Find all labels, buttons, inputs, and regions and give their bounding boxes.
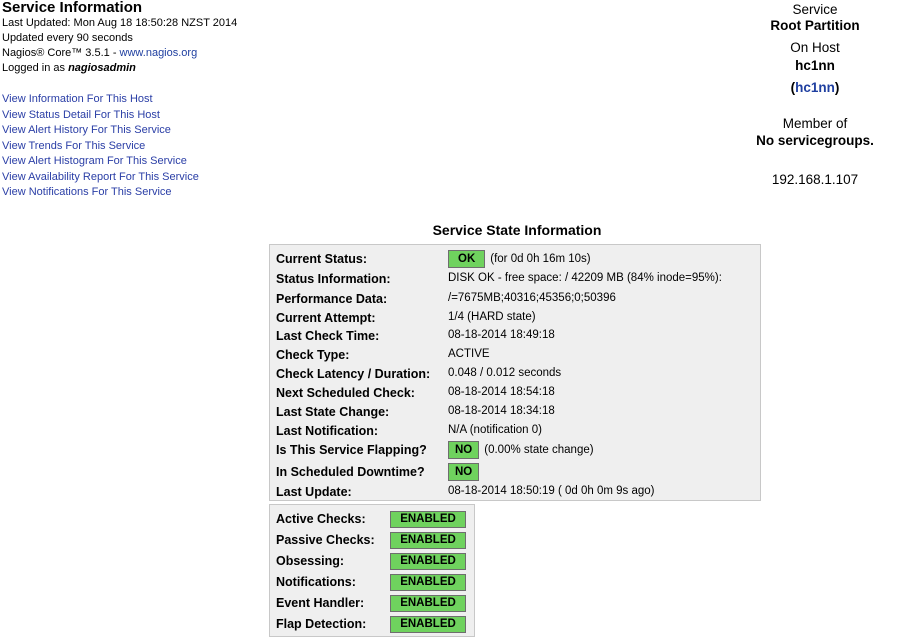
host-alias-line: (hc1nn)	[790, 80, 840, 95]
state-row-value: /=7675MB;40316;45356;0;50396	[448, 292, 616, 304]
state-row-label: Last State Change:	[276, 405, 390, 419]
link-notifications[interactable]: View Notifications For This Service	[2, 185, 199, 201]
state-row-label: Check Latency / Duration:	[276, 367, 431, 381]
state-row-value: 08-18-2014 18:49:18	[448, 329, 555, 341]
enabled-badge: ENABLED	[390, 532, 466, 549]
state-row-note: (0.00% state change)	[484, 444, 594, 456]
check-label: Event Handler:	[276, 596, 365, 610]
logged-in-line: Logged in as nagiosadmin	[2, 61, 322, 76]
state-row-label: In Scheduled Downtime?	[276, 465, 425, 479]
link-alert-history[interactable]: View Alert History For This Service	[2, 123, 199, 139]
nagios-link[interactable]: www.nagios.org	[120, 47, 198, 59]
state-row-label: Last Check Time:	[276, 329, 380, 343]
link-trends[interactable]: View Trends For This Service	[2, 139, 199, 155]
state-row-value: NO (0.00% state change)	[448, 441, 594, 459]
host-label: On Host	[790, 40, 840, 55]
check-label: Notifications:	[276, 575, 356, 589]
state-row-label: Check Type:	[276, 348, 350, 362]
state-row-value: N/A (notification 0)	[448, 424, 542, 436]
logged-in-user: nagiosadmin	[68, 62, 136, 74]
member-value: No servicegroups.	[756, 133, 874, 148]
update-interval: Updated every 90 seconds	[2, 32, 133, 44]
version-text: Nagios® Core™ 3.5.1 -	[2, 47, 120, 59]
state-row-value: DISK OK - free space: / 42209 MB (84% in…	[448, 272, 722, 284]
state-row-value: ACTIVE	[448, 348, 490, 360]
link-host-info[interactable]: View Information For This Host	[2, 92, 199, 108]
check-label: Active Checks:	[276, 512, 366, 526]
version-line: Nagios® Core™ 3.5.1 - www.nagios.org	[2, 46, 322, 61]
state-row-note: (for 0d 0h 16m 10s)	[490, 253, 591, 265]
logged-in-text: Logged in as	[2, 62, 69, 74]
link-alert-histogram[interactable]: View Alert Histogram For This Service	[2, 154, 199, 170]
page-title: Service Information	[2, 0, 143, 16]
state-row-value: 08-18-2014 18:54:18	[448, 386, 555, 398]
enabled-badge: ENABLED	[390, 574, 466, 591]
state-row-label: Next Scheduled Check:	[276, 386, 415, 400]
info-block: Service Information Last Updated: Mon Au…	[2, 0, 322, 76]
last-updated: Last Updated: Mon Aug 18 18:50:28 NZST 2…	[2, 17, 238, 29]
state-row-label: Last Notification:	[276, 424, 379, 438]
checks-panel: Active Checks: ENABLED Passive Checks: ENAB…	[269, 504, 475, 637]
state-row-label: Current Status:	[276, 252, 367, 266]
state-row-label: Performance Data:	[276, 292, 388, 306]
state-row-value: 08-18-2014 18:34:18	[448, 405, 555, 417]
service-block: Service Root Partition On Host hc1nn (hc…	[715, 0, 901, 189]
check-label: Obsessing:	[276, 554, 345, 568]
nav-links: View Information For This Host View Stat…	[2, 92, 199, 201]
state-info-panel: Current Status: OK (for 0d 0h 16m 10s) Stat…	[269, 244, 761, 501]
enabled-badge: ENABLED	[390, 553, 466, 570]
state-row-value: OK (for 0d 0h 16m 10s)	[448, 250, 591, 268]
host-address: 192.168.1.107	[771, 172, 859, 187]
state-row-value: 1/4 (HARD state)	[448, 311, 536, 323]
status-badge: NO	[448, 463, 480, 481]
state-row-value: 0.048 / 0.012 seconds	[448, 367, 562, 379]
state-row-label: Is This Service Flapping?	[276, 443, 427, 457]
check-label: Passive Checks:	[276, 533, 375, 547]
state-row-value: 08-18-2014 18:50:19 ( 0d 0h 0m 9s ago)	[448, 485, 655, 497]
host-alias-link[interactable]: hc1nn	[795, 80, 835, 95]
host-name: hc1nn	[795, 58, 835, 73]
check-label: Flap Detection:	[276, 617, 367, 631]
enabled-badge: ENABLED	[390, 511, 466, 528]
status-badge: OK	[448, 250, 486, 268]
link-availability[interactable]: View Availability Report For This Servic…	[2, 170, 199, 186]
state-row-label: Status Information:	[276, 272, 391, 286]
enabled-badge: ENABLED	[390, 616, 466, 633]
service-name: Root Partition	[770, 18, 860, 33]
status-badge: NO	[448, 441, 480, 459]
state-row-value: NO	[448, 463, 484, 481]
state-info-title: Service State Information	[432, 222, 602, 238]
enabled-badge: ENABLED	[390, 595, 466, 612]
state-row-label: Current Attempt:	[276, 311, 376, 325]
state-row-label: Last Update:	[276, 485, 352, 499]
link-host-status[interactable]: View Status Detail For This Host	[2, 108, 199, 124]
